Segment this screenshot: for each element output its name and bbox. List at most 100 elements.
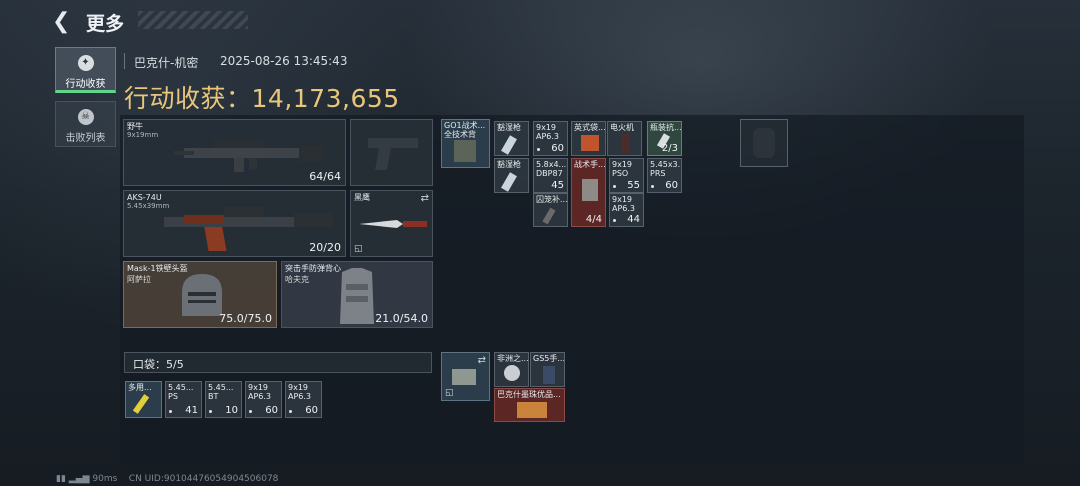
rig-item[interactable]: 囚笼补... (533, 193, 568, 227)
injector-icon (501, 135, 517, 155)
primary-weapon-slot[interactable]: 野牛 9x19mm 64/64 (123, 119, 346, 186)
sidearm-slot[interactable] (350, 119, 433, 186)
item-name: 瓶装抗... (650, 123, 682, 132)
knife-icon (359, 220, 427, 228)
loot-value: 14,173,655 (251, 84, 400, 113)
item-type: DBP87 (536, 169, 563, 178)
rig-item[interactable]: 5.8x4... DBP87 45 (533, 158, 568, 193)
rig-item[interactable]: 瓶装抗... 2/3 (647, 121, 682, 156)
chest-rig-name: GO1战术... (444, 121, 486, 130)
rig-item[interactable]: 5.45x3... PRS 60 (647, 158, 682, 193)
tab-kill-list[interactable]: ☠ 击败列表 (55, 101, 116, 147)
item-name: 战术手... (574, 160, 606, 169)
title-decoration (138, 11, 248, 29)
item-name: 豁湿枪 (497, 123, 521, 132)
loot-label: 行动收获： (124, 84, 252, 113)
tab-loot[interactable]: ✦ 行动收获 (55, 47, 116, 93)
ammo-dot (613, 185, 616, 188)
melee-slot[interactable]: 黑鹰 ⇄ ◱ (350, 190, 433, 257)
item-name: 电火机 (610, 123, 634, 132)
chest-rig-slot[interactable]: GO1战术... 全技术背 (441, 119, 490, 168)
item-name: 囚笼补... (536, 195, 568, 204)
rig-item[interactable]: 9x19 AP6.3 44 (609, 193, 644, 227)
item-name: 9x19 (248, 383, 269, 392)
primary-weapon-caliber: 9x19mm (127, 131, 159, 139)
rig-item[interactable]: 9x19 PSO 55 (609, 158, 644, 193)
helmet-sub: 阿萨拉 (127, 275, 151, 284)
chest-rig-sub: 全技术背 (444, 130, 476, 139)
rig-item[interactable]: 战术手... 4/4 (571, 158, 606, 227)
item-name: 5.45x3... (650, 160, 682, 169)
tool-icon (542, 207, 556, 225)
item-count: 45 (551, 180, 564, 191)
armor-slot[interactable]: 突击手防弹背心 哈夫克 21.0/54.0 (281, 261, 433, 328)
bag-item[interactable]: 巴克什墨珠优品... (494, 388, 565, 422)
safe-box-slot[interactable]: ⇄ ◱ (441, 352, 490, 401)
item-type: AP6.3 (248, 392, 272, 401)
item-name: 巴克什墨珠优品... (497, 390, 561, 399)
skull-icon: ☠ (77, 109, 94, 125)
rig-item[interactable]: 9x19 AP6.3 60 (533, 121, 568, 156)
item-name: 9x19 (612, 195, 633, 204)
pocket-label: 口袋： (133, 358, 166, 371)
bag-item[interactable]: GS5手... (530, 352, 565, 387)
battery-icon: ▮▮ (56, 474, 66, 484)
rig-icon (454, 140, 476, 162)
pocket-item[interactable]: 5.45... PS 41 (165, 381, 202, 418)
pistol-icon (368, 138, 418, 170)
loot-total: 行动收获：14,173,655 (124, 79, 400, 115)
item-name: 5.45... (208, 383, 234, 392)
item-count: 55 (627, 180, 640, 191)
item-count: 60 (265, 405, 278, 416)
helmet-durability: 75.0/75.0 (219, 312, 272, 325)
item-type: AP6.3 (536, 132, 560, 141)
armor-durability: 21.0/54.0 (375, 312, 428, 325)
secondary-weapon-caliber: 5.45x39mm (127, 202, 170, 210)
tab-kill-list-label: 击败列表 (65, 133, 106, 144)
item-name: 英式袋... (574, 123, 606, 132)
rig-item[interactable]: 电火机 (607, 121, 642, 156)
swap-icon[interactable]: ⇄ (421, 193, 429, 204)
item-name: 多用... (128, 383, 152, 392)
bound-icon: ◱ (354, 244, 363, 254)
bag-item[interactable]: 非洲之... (494, 352, 529, 387)
pocket-item[interactable]: 9x19 AP6.3 60 (245, 381, 282, 418)
case-icon (452, 369, 476, 385)
ammo-dot (537, 148, 540, 151)
rig-item[interactable]: 豁湿枪 (494, 158, 529, 193)
secondary-ammo-count: 20/20 (309, 241, 341, 254)
melee-name: 黑鹰 (354, 193, 370, 202)
ammo-dot (289, 410, 292, 413)
secondary-weapon-slot[interactable]: AKS-74U 5.45x39mm 20/20 (123, 190, 346, 257)
back-icon[interactable]: ❮ (52, 10, 76, 34)
item-name: GS5手... (533, 354, 565, 363)
item-count: 44 (627, 214, 640, 225)
secondary-weapon-name: AKS-74U (127, 193, 162, 202)
medkit-icon (582, 179, 598, 201)
pocket-item[interactable]: 多用... (125, 381, 162, 418)
rig-item[interactable]: 豁湿枪 (494, 121, 529, 156)
pocket-item[interactable]: 5.45... BT 10 (205, 381, 242, 418)
item-count: 60 (305, 405, 318, 416)
item-type: AP6.3 (612, 204, 636, 213)
item-type: AP6.3 (288, 392, 312, 401)
rig-item[interactable]: 英式袋... (571, 121, 606, 156)
primary-weapon-name: 野牛 (127, 122, 143, 131)
gloves-icon (543, 366, 555, 384)
armor-name: 突击手防弹背心 (285, 264, 341, 273)
bound-icon: ◱ (445, 388, 454, 398)
pocket-header: 口袋：5/5 (124, 352, 432, 373)
pouch-icon (581, 135, 599, 151)
item-name: 豁湿枪 (497, 160, 521, 169)
ping: 90ms (92, 474, 118, 484)
helmet-slot[interactable]: Mask-1铁壁头盔 阿萨拉 75.0/75.0 (123, 261, 277, 328)
artifact-icon (517, 402, 547, 418)
pocket-count: 5/5 (166, 358, 184, 371)
item-name: 9x19 (612, 160, 633, 169)
backpack-slot[interactable] (740, 119, 788, 167)
swap-icon[interactable]: ⇄ (478, 355, 486, 366)
ammo-dot (651, 185, 654, 188)
item-name: 9x19 (288, 383, 309, 392)
injector-icon (501, 172, 517, 192)
pocket-item[interactable]: 9x19 AP6.3 60 (285, 381, 322, 418)
